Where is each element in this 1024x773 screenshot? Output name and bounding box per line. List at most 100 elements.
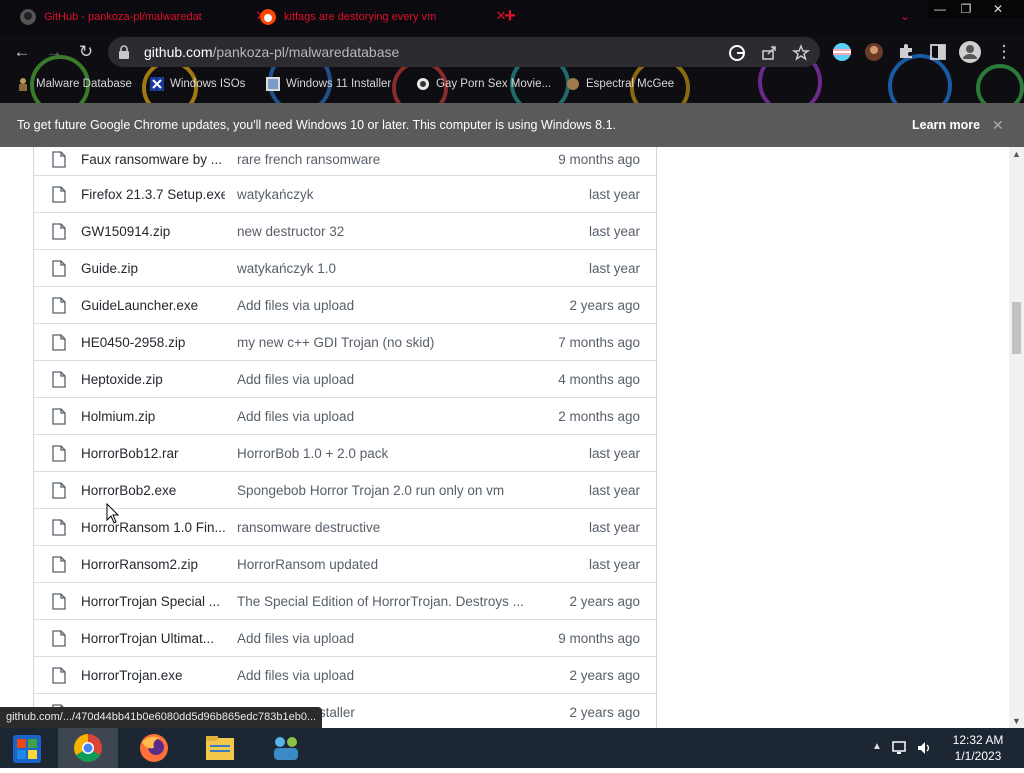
chrome-icon [74,734,102,762]
commit-message-link[interactable]: new destructor 32 [237,224,527,239]
commit-message-link[interactable]: Add files via upload [237,409,527,424]
volume-icon[interactable] [916,740,934,756]
file-name-link[interactable]: HorrorTrojan Special ... [81,594,225,609]
bookmark-movie[interactable]: Gay Porn Sex Movie... [416,75,551,93]
taskbar-app[interactable] [256,728,316,768]
commit-message-link[interactable]: rare french ransomware [237,152,527,167]
commit-message-link[interactable]: HorrorRansom updated [237,557,527,572]
start-button[interactable] [0,728,56,768]
commit-message-link[interactable]: Add files via upload [237,372,527,387]
file-name-link[interactable]: Holmium.zip [81,409,225,424]
clock-date: 1/1/2023 [954,749,1002,763]
taskbar-file-explorer[interactable] [190,728,250,768]
commit-message-link[interactable]: The Special Edition of HorrorTrojan. Des… [237,594,527,609]
close-window-button[interactable]: ✕ [986,0,1010,18]
commit-message-link[interactable]: Add files via upload [237,668,527,683]
forward-button[interactable]: → [42,41,66,63]
learn-more-link[interactable]: Learn more [912,118,980,132]
file-name-link[interactable]: HorrorTrojan.exe [81,668,225,683]
bookmark-malware-database[interactable]: Malware Database [16,75,132,93]
file-row[interactable]: GW150914.zip new destructor 32 last year [34,213,656,250]
file-row[interactable]: HorrorTrojan Ultimat... Add files via upl… [34,620,656,657]
side-panel-icon[interactable] [928,42,948,62]
taskbar-chrome[interactable] [58,728,118,768]
tab-reddit[interactable]: kitfags are destorying every vm ✕ [252,4,506,30]
file-name-link[interactable]: Guide.zip [81,261,225,276]
file-icon [52,592,66,610]
file-name-link[interactable]: HorrorRansom2.zip [81,557,225,572]
file-row[interactable]: HorrorRansom2.zip HorrorRansom updated las… [34,546,656,583]
page-scrollbar[interactable]: ▲ ▼ [1009,147,1024,728]
scrollbar-thumb[interactable] [1012,302,1021,354]
file-name-link[interactable]: HorrorBob12.rar [81,446,225,461]
extension-avatar-icon[interactable] [864,42,884,62]
commit-message-link[interactable]: my new c++ GDI Trojan (no skid) [237,335,527,350]
menu-kebab-icon[interactable]: ⋮ [992,41,1016,63]
mouse-cursor-icon [106,503,120,524]
bookmark-windows-isos[interactable]: Windows ISOs [150,75,245,93]
file-row[interactable]: HorrorBob2.exe Spongebob Horror Trojan 2.… [34,472,656,509]
reddit-icon [260,9,276,25]
network-icon[interactable] [892,740,910,756]
file-row[interactable]: Guide.zip watykańczyk 1.0 last year [34,250,656,287]
file-row[interactable]: HE0450-2958.zip my new c++ GDI Trojan (no… [34,324,656,361]
commit-age: 2 years ago [569,704,640,720]
file-row[interactable]: HorrorTrojan.exe Add files via upload 2 ye… [34,657,656,694]
commit-message-link[interactable]: Add files via upload [237,631,527,646]
profile-avatar-icon[interactable] [958,40,982,64]
commit-message-link[interactable]: Spongebob Horror Trojan 2.0 run only on … [237,483,527,498]
minimize-button[interactable]: — [928,0,952,18]
extension-flag-icon[interactable] [832,42,852,62]
file-name-link[interactable]: HorrorRansom 1.0 Fin... [81,520,225,535]
file-name-link[interactable]: Heptoxide.zip [81,372,225,387]
scroll-up-arrow-icon[interactable]: ▲ [1012,149,1021,159]
file-row[interactable]: HorrorRansom 1.0 Fin... ransomware destru… [34,509,656,546]
reload-button[interactable]: ↻ [74,41,98,63]
address-bar[interactable]: github.com/pankoza-pl/malwaredatabase [108,37,820,67]
tab-github[interactable]: GitHub - pankoza-pl/malwaredat ✕ [12,4,266,30]
infobar-close-icon[interactable]: ✕ [992,117,1004,134]
commit-message-link[interactable]: Add files via upload [237,298,527,313]
clock[interactable]: 12:32 AM 1/1/2023 [942,732,1014,764]
scroll-down-arrow-icon[interactable]: ▼ [1012,716,1021,726]
commit-message-link[interactable]: watykańczyk 1.0 [237,261,527,276]
taskbar-firefox[interactable] [124,728,184,768]
file-row[interactable]: GuideLauncher.exe Add files via upload 2 y… [34,287,656,324]
tray-overflow-chevron-icon[interactable]: ▲ [872,741,882,752]
file-name-link[interactable]: Firefox 21.3.7 Setup.exe [81,187,225,202]
file-row[interactable]: Heptoxide.zip Add files via upload 4 month… [34,361,656,398]
file-row[interactable]: Holmium.zip Add files via upload 2 months … [34,398,656,435]
file-icon [52,444,66,462]
extensions-puzzle-icon[interactable] [896,42,916,62]
commit-message-link[interactable]: ransomware destructive [237,520,527,535]
commit-age: 7 months ago [558,334,640,350]
file-icon [52,555,66,573]
file-row[interactable]: Faux ransomware by ... rare french ransom… [34,147,656,176]
file-row[interactable]: HorrorTrojan Special ... The Special Edit… [34,583,656,620]
maximize-button[interactable]: ❐ [954,0,978,18]
tab-search-icon[interactable]: ⌄ [897,9,913,23]
file-name-link[interactable]: HE0450-2958.zip [81,335,225,350]
bookmark-site-icon [417,78,429,90]
new-tab-button[interactable]: + [500,6,520,27]
bookmark-espectral-mcgee[interactable]: Espectral McGee [566,75,674,93]
commit-message-link[interactable]: watykańczyk [237,187,527,202]
file-row[interactable]: Firefox 21.3.7 Setup.exe watykańczyk last … [34,176,656,213]
commit-message-link[interactable]: HorrorBob 1.0 + 2.0 pack [237,446,527,461]
google-lens-icon[interactable] [728,44,746,62]
file-name-link[interactable]: HorrorTrojan Ultimat... [81,631,225,646]
bookmark-windows-11-installer[interactable]: Windows 11 Installer [266,75,391,93]
file-row[interactable]: HorrorBob12.rar HorrorBob 1.0 + 2.0 pack l… [34,435,656,472]
commit-age: last year [588,445,640,461]
firefox-icon [140,734,168,762]
file-name-link[interactable]: GuideLauncher.exe [81,298,225,313]
file-name-link[interactable]: HorrorBob2.exe [81,483,225,498]
file-name-link[interactable]: GW150914.zip [81,224,225,239]
lock-icon[interactable] [118,45,132,59]
file-name-link[interactable]: Faux ransomware by ... [81,152,225,167]
bookmark-star-icon[interactable] [792,44,810,62]
share-icon[interactable] [760,44,778,62]
update-infobar: To get future Google Chrome updates, you… [0,103,1024,147]
back-button[interactable]: ← [10,41,34,63]
commit-age: 2 years ago [569,593,640,609]
